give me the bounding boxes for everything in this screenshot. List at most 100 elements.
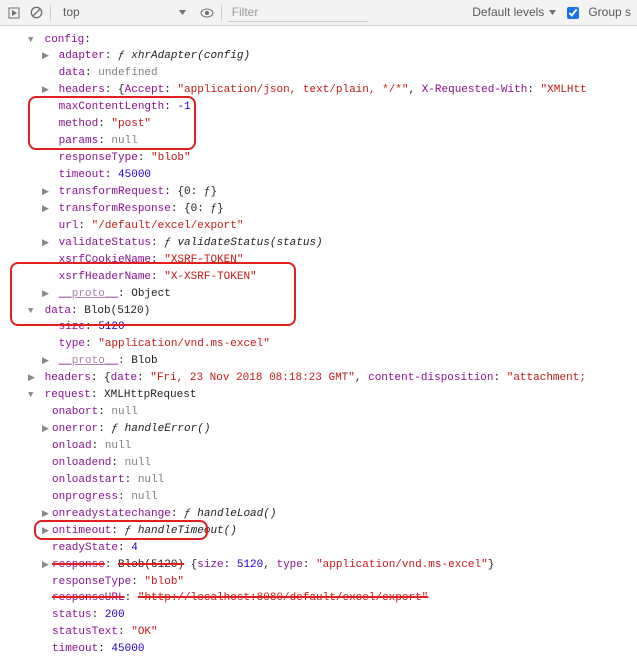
key-data: data <box>45 305 71 317</box>
tree-row[interactable]: response: Blob(5120) {size: 5120, type: … <box>8 557 637 574</box>
value-num: 5120 <box>98 321 124 333</box>
separator <box>50 5 51 21</box>
expand-arrow-icon[interactable] <box>28 388 38 404</box>
tree-row[interactable]: onabort: null <box>8 405 637 422</box>
tree-row[interactable]: headers: {date: "Fri, 23 Nov 2018 08:18:… <box>8 371 637 388</box>
tree-row[interactable]: onerror: ƒ handleError() <box>8 422 637 439</box>
key: responseType <box>59 152 138 164</box>
tree-row[interactable]: adapter: ƒ xhrAdapter(config) <box>8 49 637 66</box>
key: url <box>59 220 79 232</box>
filter-input[interactable] <box>228 3 368 22</box>
tree-row[interactable]: params: null <box>8 134 637 151</box>
value-str: "post" <box>111 118 151 130</box>
value-obj: {0: ƒ} <box>177 186 217 198</box>
tree-row[interactable]: onload: null <box>8 439 637 456</box>
key: validateStatus <box>59 237 151 249</box>
clear-console-icon[interactable] <box>28 5 44 21</box>
tree-row[interactable]: headers: {Accept: "application/json, tex… <box>8 83 637 100</box>
tree-row[interactable]: ontimeout: ƒ handleTimeout() <box>8 523 637 540</box>
expand-arrow-icon[interactable] <box>42 185 52 201</box>
eye-icon[interactable] <box>199 5 215 21</box>
tree-row[interactable]: type: "application/vnd.ms-excel" <box>8 337 637 354</box>
play-icon[interactable] <box>6 5 22 21</box>
tree-row[interactable]: __proto__: Blob <box>8 354 637 371</box>
console-toolbar: top Default levels Group s <box>0 0 637 26</box>
expand-arrow-icon[interactable] <box>42 236 52 252</box>
levels-select[interactable]: Default levels <box>472 4 557 21</box>
value-obj: Object <box>131 288 171 300</box>
tree-row[interactable]: request: XMLHttpRequest <box>8 388 637 405</box>
tree-row[interactable]: onprogress: null <box>8 489 637 506</box>
levels-label: Default levels <box>472 4 544 21</box>
value-fn: xhrAdapter(config) <box>131 50 250 62</box>
value-num: 45000 <box>118 169 151 181</box>
expand-arrow-icon[interactable] <box>28 33 38 49</box>
key: headers <box>59 84 105 96</box>
tree-row[interactable]: __proto__: Object <box>8 286 637 303</box>
value-str: "X-XSRF-TOKEN" <box>164 271 256 283</box>
tree-row[interactable]: responseURL: "http://localhost:8080/defa… <box>8 591 637 608</box>
tree-row[interactable]: onreadystatechange: ƒ handleLoad() <box>8 506 637 523</box>
chevron-down-icon <box>178 8 187 17</box>
tree-row[interactable]: xsrfCookieName: "XSRF-TOKEN" <box>8 252 637 269</box>
tree-row[interactable]: responseType: "blob" <box>8 574 637 591</box>
expand-arrow-icon[interactable] <box>42 287 52 303</box>
key-proto: __proto__ <box>59 355 118 367</box>
tree-row[interactable]: onloadstart: null <box>8 472 637 489</box>
tree-row[interactable]: statusText: "OK" <box>8 625 637 642</box>
value-obj: Blob <box>131 355 157 367</box>
key-proto: __proto__ <box>59 288 118 300</box>
expand-arrow-icon[interactable] <box>28 304 38 320</box>
key-request: request <box>45 389 91 401</box>
key: params <box>59 135 99 147</box>
key-headers: headers <box>45 372 91 384</box>
value-str: "XSRF-TOKEN" <box>164 254 243 266</box>
tree-row[interactable]: validateStatus: ƒ validateStatus(status) <box>8 235 637 252</box>
tree-row[interactable]: readyState: 4 <box>8 540 637 557</box>
expand-arrow-icon[interactable] <box>42 49 52 65</box>
separator <box>221 5 222 21</box>
tree-row[interactable]: transformResponse: {0: ƒ} <box>8 201 637 218</box>
key: size <box>59 321 85 333</box>
value-num: -1 <box>177 101 190 113</box>
value-str: "blob" <box>151 152 191 164</box>
tree-row[interactable]: timeout: 45000 <box>8 642 637 659</box>
context-label: top <box>63 4 80 21</box>
tree-row[interactable]: url: "/default/excel/export" <box>8 218 637 235</box>
expand-arrow-icon[interactable] <box>42 354 52 370</box>
expand-arrow-icon[interactable] <box>42 83 52 99</box>
key: xsrfHeaderName <box>59 271 151 283</box>
key: method <box>59 118 99 130</box>
tree-row[interactable]: method: "post" <box>8 117 637 134</box>
context-select[interactable]: top <box>57 4 193 22</box>
value-obj: {0: ƒ} <box>184 203 224 215</box>
expand-arrow-icon[interactable] <box>28 371 38 387</box>
tree-row[interactable]: timeout: 45000 <box>8 168 637 185</box>
tree-row[interactable]: responseType: "blob" <box>8 151 637 168</box>
value-str: "application/vnd.ms-excel" <box>98 338 270 350</box>
tree-row[interactable]: data: undefined <box>8 66 637 83</box>
tree-row[interactable]: maxContentLength: -1 <box>8 100 637 117</box>
key: data <box>59 67 85 79</box>
key: xsrfCookieName <box>59 254 151 266</box>
tree-row[interactable]: status: 200 <box>8 608 637 625</box>
key: adapter <box>59 50 105 62</box>
console-object-tree[interactable]: config: adapter: ƒ xhrAdapter(config) da… <box>0 26 637 669</box>
tree-row[interactable]: data: Blob(5120) <box>8 303 637 320</box>
group-checkbox[interactable] <box>567 7 579 19</box>
group-label: Group s <box>588 4 631 21</box>
value-obj: XMLHttpRequest <box>104 389 196 401</box>
tree-row[interactable]: size: 5120 <box>8 320 637 337</box>
tree-row[interactable]: xsrfHeaderName: "X-XSRF-TOKEN" <box>8 269 637 286</box>
key: transformRequest <box>59 186 165 198</box>
value-str: "/default/excel/export" <box>92 220 244 232</box>
value-null: null <box>111 135 137 147</box>
tree-row[interactable]: transformRequest: {0: ƒ} <box>8 184 637 201</box>
key-config: config <box>45 34 85 46</box>
expand-arrow-icon[interactable] <box>42 202 52 218</box>
tree-row[interactable]: config: <box>8 32 637 49</box>
key: type <box>59 338 85 350</box>
tree-row[interactable]: onloadend: null <box>8 455 637 472</box>
key: timeout <box>59 169 105 181</box>
value-fn: validateStatus(status) <box>177 237 322 249</box>
